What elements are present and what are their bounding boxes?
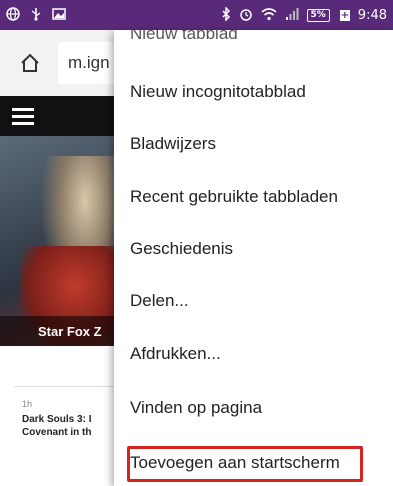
clock: 9:48	[357, 7, 387, 23]
menu-item-recent-tabs[interactable]: Recent gebruikte tabbladen	[114, 171, 393, 223]
status-left-icons	[6, 6, 66, 24]
menu-item-bookmarks[interactable]: Bladwijzers	[114, 118, 393, 170]
home-icon[interactable]	[14, 47, 46, 79]
overflow-menu: Nieuw tabblad Nieuw incognitotabblad Bla…	[114, 30, 393, 486]
article-time: 1h	[22, 399, 33, 409]
battery-level: 5%	[310, 10, 326, 20]
menu-item-share[interactable]: Delen...	[114, 275, 393, 327]
charging-icon: +	[339, 9, 350, 21]
menu-item-print[interactable]: Afdrukken...	[114, 328, 393, 380]
highlight-box	[127, 446, 363, 482]
url-text: m.ign	[68, 53, 110, 72]
image-icon	[52, 7, 66, 24]
menu-item-new-incognito-tab[interactable]: Nieuw incognitotabblad	[114, 66, 393, 118]
menu-item-new-tab[interactable]: Nieuw tabblad	[114, 30, 393, 46]
article-title: Dark Souls 3: I Covenant in th	[22, 414, 92, 438]
alarm-icon	[239, 7, 253, 24]
battery-indicator: 5%	[306, 8, 330, 22]
globe-icon	[6, 6, 20, 24]
status-bar: 5% + 9:48	[0, 0, 393, 30]
usb-icon	[30, 7, 42, 24]
wifi-icon	[260, 7, 277, 24]
menu-item-history[interactable]: Geschiedenis	[114, 223, 393, 275]
hamburger-menu-icon[interactable]	[12, 104, 34, 129]
bluetooth-icon	[221, 5, 231, 24]
status-right-icons: 5% + 9:48	[221, 5, 387, 24]
article-card[interactable]: 1h Dark Souls 3: I Covenant in th	[14, 386, 124, 486]
menu-item-find-in-page[interactable]: Vinden op pagina	[114, 382, 393, 434]
signal-icon	[285, 7, 299, 24]
